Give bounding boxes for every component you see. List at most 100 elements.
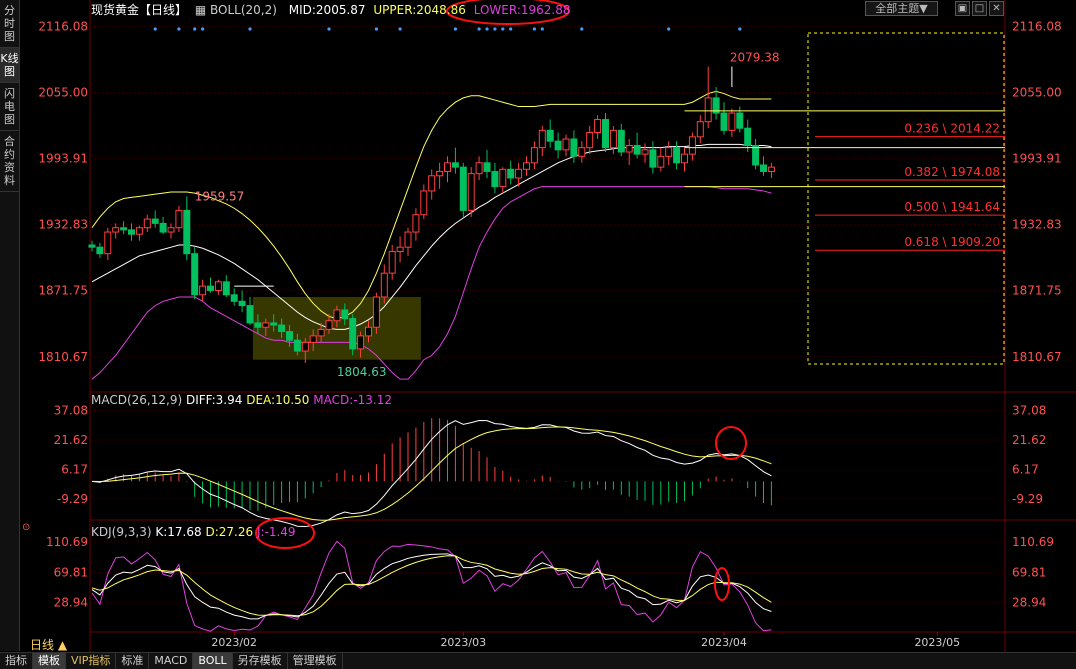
y-tick-label: 2055.00 [38,85,88,99]
candle-body [767,166,775,172]
chart-title: 现货黄金【日线】 [91,3,188,17]
maximize-icon[interactable]: □ [972,1,987,16]
signal-dot [493,27,497,31]
x-tick-label: 2023/04 [701,636,747,649]
candle-body [372,296,380,328]
restore-icon[interactable]: ▣ [955,1,970,16]
fib-level-label: 0.618 \ 1909.20 [904,235,1000,249]
boll-indicator-label: ▦ BOLL(20,2) [194,3,277,17]
candle-body [309,335,317,343]
y-tick-label-right: 2116.08 [1012,19,1062,33]
candle-body [167,227,175,233]
macd-header: MACD(26,12,9) DIFF:3.94 DEA:10.50 MACD:-… [91,393,392,407]
candle-body [404,231,412,248]
y-tick-label: 1993.91 [38,152,88,166]
kdj-d-value: D:27.26 [205,525,254,539]
candle-body [562,138,570,151]
candle-body [380,272,388,298]
candle-body [760,164,767,172]
tab-macd[interactable]: MACD [149,653,194,669]
macd-y-tick: 37.08 [54,404,88,418]
tab-boll[interactable]: BOLL [193,653,233,669]
candle-body [736,112,744,129]
candle-body [333,309,341,322]
kdj-y-tick-right: 110.69 [1012,535,1054,549]
candle-body [357,335,365,350]
signal-dot [374,27,378,31]
chart-canvas: 2116.08 2116.08 2055.00 2055.00 1993.91 1993.… [38,0,1076,652]
signal-dot [580,27,584,31]
tab-manage-template[interactable]: 管理模板 [288,653,343,669]
candle-body [191,253,199,296]
tab-template[interactable]: 模板 [33,653,66,669]
tab-save-template[interactable]: 另存模板 [233,653,288,669]
candle-body [388,251,396,274]
kdj-y-tick: 110.69 [46,535,88,549]
candle-body [649,149,657,168]
theme-dropdown[interactable]: 全部主题▼ [865,1,938,16]
signal-dot [501,27,505,31]
high-label: 2079.38 [730,51,780,65]
candle-body [744,127,752,146]
candle-body [428,175,436,192]
kdj-y-tick: 28.94 [54,596,88,610]
candle-body [396,246,404,253]
candle-body [88,244,96,248]
candle-body [625,144,633,153]
candle-body [143,218,151,229]
kdj-d-line [91,555,772,617]
candle-body [199,285,207,296]
candle-body [325,320,333,330]
candle-body [696,121,704,138]
candle-body [238,300,246,307]
candle-body [183,209,191,255]
signal-dot [532,27,537,31]
candle-body [475,162,483,175]
signal-dot [540,27,544,31]
candle-body [246,305,254,324]
candle-body [135,227,143,235]
tab-standard[interactable]: 标准 [116,653,150,669]
candle-body [159,222,167,233]
candle-body [286,331,293,341]
candle-body [515,168,523,179]
candle-body [681,153,688,164]
candle-body [594,119,602,134]
candle-body [175,209,183,229]
candle-body [278,324,286,333]
period-selector[interactable]: 日线 ▲ [30,636,67,653]
tab-indicator[interactable]: 指标 [0,653,33,669]
candle-body [104,231,112,255]
y-tick-label-right: 2055.00 [1012,85,1062,99]
candle-body [467,173,475,211]
y-tick-label: 1810.67 [38,350,88,364]
macd-diff-value: DIFF:3.94 [185,393,243,407]
candle-body [530,147,538,164]
candle-body [704,97,712,123]
signal-dot [509,27,513,31]
candle-body [254,322,262,328]
kdj-header: KDJ(9,3,3) K:17.68 D:27.26 J:-1.49 [91,525,296,539]
macd-y-tick: -9.29 [57,492,88,506]
candle-body [112,227,120,233]
macd-y-tick-right: -9.29 [1012,492,1043,506]
candle-body [128,229,135,235]
x-tick-label: 2023/02 [211,636,257,649]
kdj-k-value: K:17.68 [155,525,202,539]
y-tick-label: 1932.83 [38,218,88,232]
settings-icon[interactable]: ⊙ [22,522,30,533]
fib-level-label: 0.500 \ 1941.64 [904,200,1000,214]
candle-body [665,147,673,157]
candle-body [349,318,357,350]
close-icon[interactable]: ✕ [989,1,1004,16]
macd-value: MACD:-13.12 [313,393,392,407]
tab-vip-indicator[interactable]: VIP指标 [66,653,117,669]
macd-y-tick: 21.62 [54,433,88,447]
candle-body [230,294,238,302]
candle-body [341,309,349,320]
signal-dot [177,27,181,31]
candle-body [412,214,420,233]
kdj-y-tick-right: 69.81 [1012,565,1046,579]
kdj-y-tick-right: 28.94 [1012,596,1046,610]
boll-header: 现货黄金【日线】 ▦ BOLL(20,2) MID:2005.87 UPPER:… [91,2,575,18]
